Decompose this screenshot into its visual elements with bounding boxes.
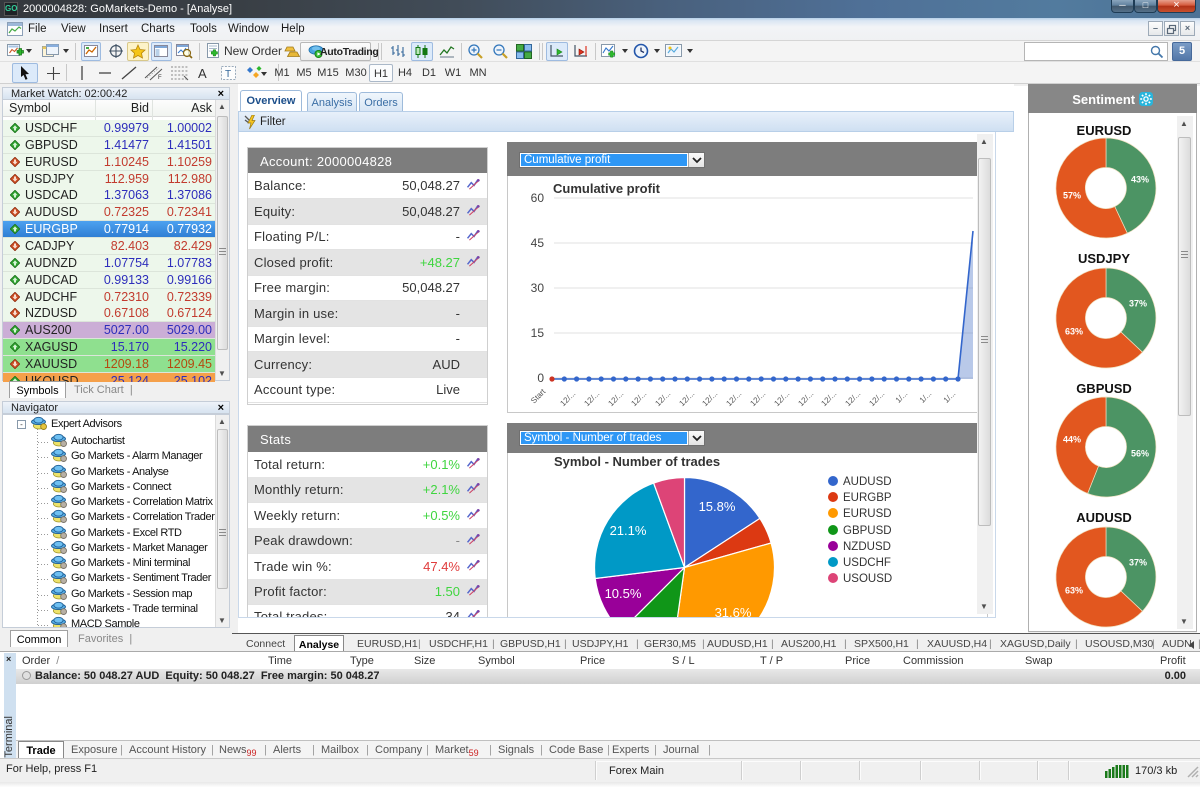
svg-text:12/...: 12/... xyxy=(677,389,696,408)
svg-text:43%: 43% xyxy=(1131,174,1149,184)
svg-text:31.6%: 31.6% xyxy=(715,605,752,617)
svg-text:GBPUSD: GBPUSD xyxy=(843,525,892,537)
svg-text:USOUSD: USOUSD xyxy=(843,573,892,585)
svg-text:12/...: 12/... xyxy=(843,389,862,408)
svg-text:12/...: 12/... xyxy=(819,389,838,408)
svg-text:1/...: 1/... xyxy=(894,389,910,405)
svg-text:USDCHF: USDCHF xyxy=(843,557,891,569)
svg-text:12/...: 12/... xyxy=(558,389,577,408)
svg-text:37%: 37% xyxy=(1129,298,1147,308)
svg-text:AUDUSD: AUDUSD xyxy=(843,476,892,488)
svg-text:57%: 57% xyxy=(1063,190,1081,200)
svg-text:60: 60 xyxy=(531,191,545,205)
svg-text:15.8%: 15.8% xyxy=(699,499,736,514)
svg-text:12/...: 12/... xyxy=(796,389,815,408)
svg-text:12/...: 12/... xyxy=(629,389,648,408)
svg-text:12/...: 12/... xyxy=(772,389,791,408)
svg-text:F: F xyxy=(158,75,162,81)
svg-text:Start: Start xyxy=(529,387,548,406)
svg-text:1/...: 1/... xyxy=(942,389,958,405)
svg-text:30: 30 xyxy=(531,281,545,295)
svg-text:44%: 44% xyxy=(1063,434,1081,444)
svg-text:12/...: 12/... xyxy=(653,389,672,408)
svg-text:63%: 63% xyxy=(1065,326,1083,336)
svg-text:56%: 56% xyxy=(1131,448,1149,458)
svg-text:10.5%: 10.5% xyxy=(605,586,642,601)
svg-text:12/...: 12/... xyxy=(867,389,886,408)
svg-text:37%: 37% xyxy=(1129,557,1147,567)
svg-text:12/...: 12/... xyxy=(606,389,625,408)
svg-text:45: 45 xyxy=(531,236,545,250)
svg-text:63%: 63% xyxy=(1065,585,1083,595)
svg-text:12/...: 12/... xyxy=(582,389,601,408)
svg-text:15: 15 xyxy=(531,326,545,340)
svg-text:Cumulative profit: Cumulative profit xyxy=(553,181,661,196)
svg-text:EURGBP: EURGBP xyxy=(843,492,892,504)
svg-text:12/...: 12/... xyxy=(700,389,719,408)
svg-text:Symbol - Number of trades: Symbol - Number of trades xyxy=(554,454,720,469)
svg-text:21.1%: 21.1% xyxy=(610,523,647,538)
svg-text:NZDUSD: NZDUSD xyxy=(843,541,891,553)
svg-text:T: T xyxy=(225,69,231,80)
svg-text:EURUSD: EURUSD xyxy=(843,508,892,520)
svg-text:12/...: 12/... xyxy=(724,389,743,408)
svg-text:0: 0 xyxy=(537,371,544,385)
svg-text:12/...: 12/... xyxy=(748,389,767,408)
svg-text:1/...: 1/... xyxy=(918,389,934,405)
